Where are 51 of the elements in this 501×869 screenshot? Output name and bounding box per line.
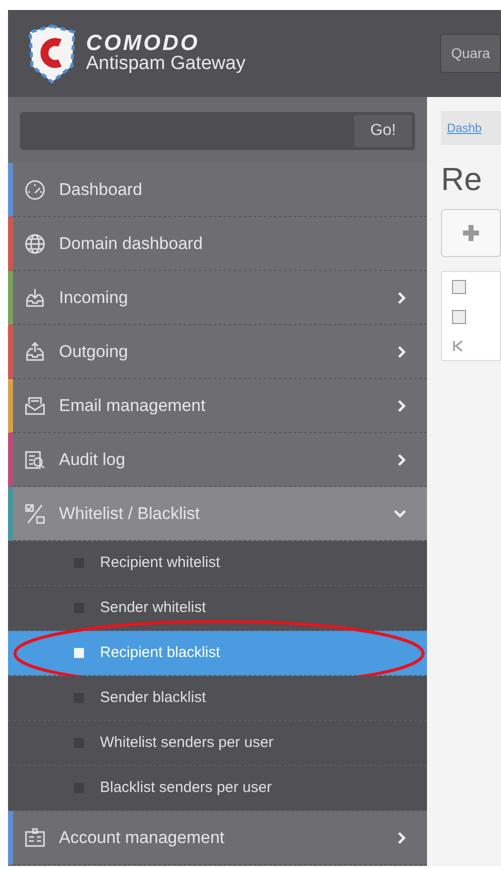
menu-item[interactable]: Domain dashboard bbox=[8, 217, 427, 271]
chevron-right-icon bbox=[397, 830, 407, 844]
brand-name: COMODO bbox=[86, 32, 200, 54]
breadcrumb-link[interactable]: Dashb bbox=[441, 111, 501, 145]
submenu-label: Whitelist senders per user bbox=[100, 732, 274, 753]
search-field[interactable]: Go! bbox=[20, 112, 415, 150]
menu-label: Audit log bbox=[59, 448, 126, 471]
menu-icon bbox=[23, 178, 47, 202]
submenu-item[interactable]: Recipient blacklist bbox=[8, 631, 427, 676]
menu-label: Incoming bbox=[59, 286, 129, 309]
page-title: Re bbox=[441, 160, 483, 199]
plus-icon bbox=[461, 222, 481, 243]
submenu-label: Recipient blacklist bbox=[100, 642, 220, 663]
submenu-item[interactable]: Whitelist senders per user bbox=[8, 721, 427, 766]
chevron-right-icon bbox=[397, 290, 407, 304]
menu-icon bbox=[23, 232, 47, 256]
menu-label: Email management bbox=[59, 394, 206, 417]
row-checkbox[interactable] bbox=[452, 310, 466, 324]
first-page-icon[interactable] bbox=[452, 340, 464, 352]
menu-item[interactable]: Incoming bbox=[8, 271, 427, 325]
submenu-label: Recipient whitelist bbox=[100, 552, 220, 573]
menu-label: Whitelist / Blacklist bbox=[59, 502, 201, 525]
row-checkbox[interactable] bbox=[452, 280, 466, 294]
menu-item[interactable]: Dashboard bbox=[8, 163, 427, 217]
menu-label: Outgoing bbox=[59, 340, 129, 363]
menu-item[interactable]: Outgoing bbox=[8, 325, 427, 379]
menu-item[interactable]: Account management bbox=[8, 811, 427, 865]
submenu-item[interactable]: Sender whitelist bbox=[8, 586, 427, 631]
product-name: Antispam Gateway bbox=[86, 54, 246, 75]
add-button[interactable] bbox=[441, 208, 501, 257]
chevron-down-icon bbox=[393, 508, 407, 518]
chevron-right-icon bbox=[397, 344, 407, 358]
submenu-label: Sender whitelist bbox=[100, 598, 206, 618]
submenu-item[interactable]: Recipient whitelist bbox=[8, 541, 427, 586]
menu-icon bbox=[23, 502, 47, 526]
submenu-item[interactable]: Sender blacklist bbox=[8, 676, 427, 721]
menu-item[interactable]: Audit log bbox=[8, 433, 427, 487]
quarantine-button[interactable]: Quara bbox=[440, 34, 501, 73]
menu-item[interactable]: Whitelist / Blacklist bbox=[8, 487, 427, 541]
submenu-item[interactable]: Blacklist senders per user bbox=[8, 766, 427, 811]
menu-label: Domain dashboard bbox=[59, 232, 204, 255]
menu-label: Dashboard bbox=[59, 178, 144, 201]
bullet-icon bbox=[74, 648, 84, 658]
menu-label: Account management bbox=[59, 826, 226, 849]
menu-icon bbox=[23, 826, 47, 850]
go-button[interactable]: Go! bbox=[354, 115, 412, 147]
submenu-label: Sender blacklist bbox=[100, 688, 206, 708]
chevron-right-icon bbox=[397, 398, 407, 412]
chevron-right-icon bbox=[397, 452, 407, 466]
submenu-label: Blacklist senders per user bbox=[100, 778, 272, 798]
menu-item[interactable]: Email management bbox=[8, 379, 427, 433]
